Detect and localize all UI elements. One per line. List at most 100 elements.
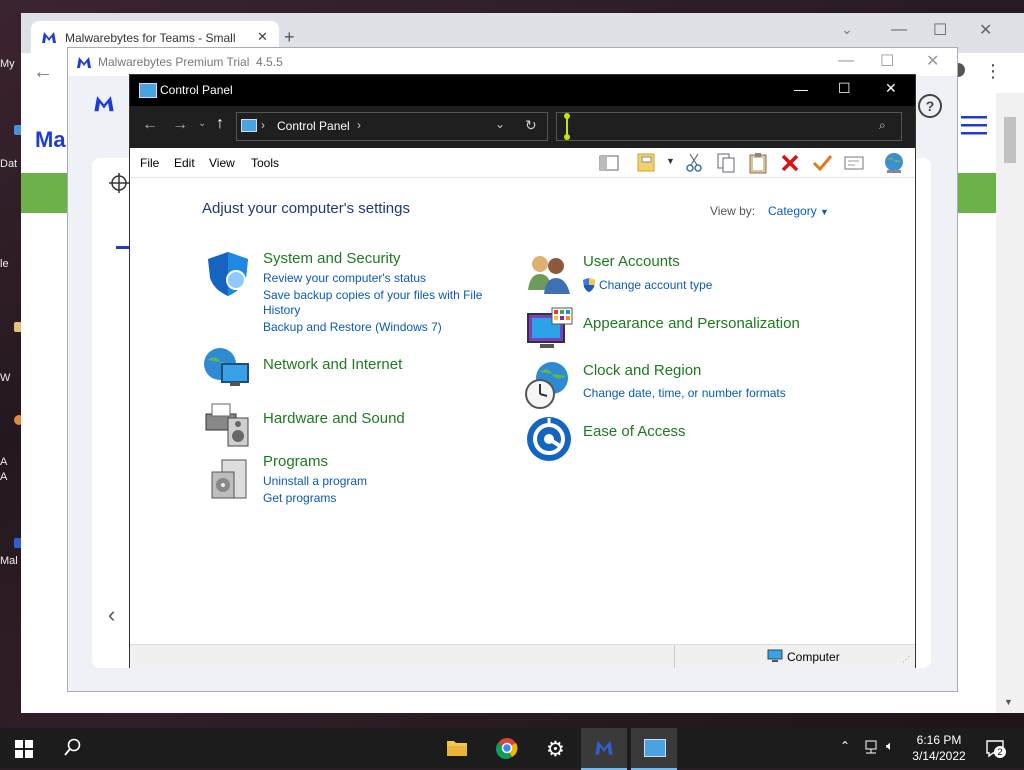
menu-file[interactable]: File [140,156,159,170]
tray-date[interactable]: 3/14/2022 [906,749,972,763]
chrome-icon[interactable] [496,737,518,759]
menu-edit[interactable]: Edit [174,156,195,170]
desktop-icon-label[interactable]: A [0,471,7,483]
settings-gear-icon[interactable]: ⚙ [546,737,565,762]
taskbar-malwarebytes-button[interactable] [581,728,627,770]
properties-icon[interactable] [843,152,865,174]
category-title[interactable]: Ease of Access [583,423,686,440]
paste-icon[interactable] [747,152,769,174]
ease-of-access-icon[interactable] [526,416,572,462]
scrollbar-thumb[interactable] [1004,117,1016,163]
tab-search-chevron-icon[interactable]: ⌄ [841,21,853,38]
search-icon[interactable]: ⌕ [879,118,886,133]
malwarebytes-titlebar: Malwarebytes Premium Trial 4.5.5 — ☐ ✕ [68,48,957,76]
network-tray-icon[interactable] [863,739,879,755]
category-title[interactable]: Appearance and Personalization [583,315,800,332]
programs-box-icon[interactable] [208,456,250,502]
cut-icon[interactable] [683,152,705,174]
appearance-monitor-icon[interactable] [526,306,574,354]
maximize-button[interactable]: ☐ [838,80,851,97]
search-icon[interactable] [64,738,82,756]
desktop-icon-label[interactable]: A [0,456,7,468]
desktop-icon-label[interactable]: Mal [0,555,18,567]
category-title[interactable]: System and Security [263,250,401,267]
category-link[interactable]: Backup and Restore (Windows 7) [263,319,442,336]
category-link[interactable]: History [263,302,300,319]
control-panel-content: Adjust your computer's settings View by:… [130,178,915,644]
category-link[interactable]: Change date, time, or number formats [583,385,786,402]
category-title[interactable]: Hardware and Sound [263,410,405,427]
desktop-icon-label[interactable]: Dat [0,158,17,170]
views-dropdown-icon[interactable]: ▼ [666,156,675,166]
desktop-icon-label[interactable]: W [0,372,10,384]
forward-arrow-icon[interactable]: → [172,116,188,134]
more-menu-icon[interactable]: ⋮ [984,61,1002,82]
hamburger-menu-icon[interactable] [961,115,987,135]
search-input[interactable]: ⌕ [556,112,902,141]
preview-pane-icon[interactable] [598,152,620,174]
category-title[interactable]: Clock and Region [583,362,701,379]
help-icon[interactable]: ? [918,94,942,118]
notification-icon[interactable]: 2 [985,738,1006,758]
resize-grip-icon[interactable]: ⋰ [902,655,910,664]
delete-icon[interactable] [779,152,801,174]
volume-icon[interactable]: 🔈︎ [886,738,894,754]
new-tab-button[interactable]: + [284,27,295,48]
breadcrumb[interactable]: Control Panel [277,119,350,133]
category-title[interactable]: Programs [263,453,328,470]
windows-start-icon[interactable] [15,740,33,758]
control-panel-titlebar: Control Panel — ☐ ✕ [130,75,915,106]
back-arrow-icon[interactable]: ← [142,116,158,134]
printer-speaker-icon[interactable] [204,400,252,448]
refresh-icon[interactable]: ↻ [525,117,537,134]
close-button[interactable]: ✕ [885,80,897,97]
view-by-dropdown[interactable]: Category ▼ [768,204,829,218]
globe-icon[interactable] [882,151,904,173]
category-title[interactable]: User Accounts [583,253,680,270]
taskbar: ⚙ ⌃ 🔈︎ 6:16 PM 3/14/2022 2 [0,728,1024,770]
file-explorer-icon[interactable] [446,738,468,758]
browser-scrollbar[interactable]: ▼ [996,93,1024,713]
scroll-down-arrow-icon[interactable]: ▼ [1004,697,1013,707]
address-bar[interactable]: › Control Panel › ⌄ ↻ [236,112,548,141]
maximize-button[interactable]: ☐ [933,20,947,40]
close-button[interactable]: ✕ [979,20,992,40]
dropdown-arrow-icon: ▼ [820,207,829,217]
up-arrow-icon[interactable]: ↑ [216,115,224,133]
tray-chevron-icon[interactable]: ⌃ [840,739,850,753]
back-arrow-icon[interactable]: ← [33,61,53,84]
minimize-button[interactable]: — [794,81,808,97]
close-tab-icon[interactable]: ✕ [257,29,268,45]
menu-tools[interactable]: Tools [251,156,279,170]
close-button[interactable]: ✕ [926,51,939,71]
category-link[interactable]: Get programs [263,490,336,507]
taskbar-control-panel-button[interactable] [631,728,677,770]
minimize-button[interactable]: — [838,52,854,70]
network-icon[interactable] [202,346,252,390]
category-link[interactable]: Uninstall a program [263,473,367,490]
menu-view[interactable]: View [209,156,235,170]
user-accounts-icon[interactable] [526,252,572,296]
minimize-button[interactable]: — [891,21,907,39]
desktop-icon-label[interactable]: le [0,258,9,270]
shield-icon[interactable] [204,250,252,298]
address-dropdown-icon[interactable]: ⌄ [495,117,505,131]
breadcrumb-chevron-icon[interactable]: › [357,118,361,132]
clock-globe-icon[interactable] [524,360,572,410]
maximize-button[interactable]: ☐ [880,51,894,71]
crosshair-icon[interactable] [108,172,130,194]
category-link[interactable]: Review your computer's status [263,270,426,287]
malwarebytes-title: Malwarebytes Premium Trial [98,55,250,69]
control-panel-icon [644,739,666,757]
desktop-icon-label[interactable]: My [0,58,15,70]
category-link[interactable]: Change account type [599,277,712,294]
category-title[interactable]: Network and Internet [263,356,402,373]
copy-icon[interactable] [715,152,737,174]
checkmark-icon[interactable] [811,152,833,174]
chevron-left-icon[interactable]: ‹ [108,602,115,628]
view-by-value[interactable]: Category [768,204,817,218]
folder-views-icon[interactable] [636,151,658,173]
recent-chevron-icon[interactable]: ⌄ [198,118,206,129]
text-cursor-icon [562,113,572,140]
tray-time[interactable]: 6:16 PM [906,733,972,747]
